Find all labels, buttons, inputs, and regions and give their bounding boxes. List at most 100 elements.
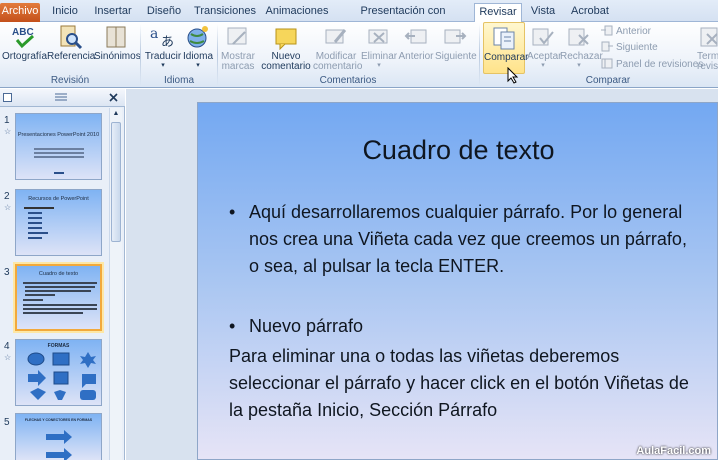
animation-star-icon: ☆ [4,353,12,362]
separator [140,24,141,86]
tab-insertar[interactable]: Insertar [90,3,136,22]
reject-change-icon [568,28,589,46]
slide-thumbnail-1[interactable]: Presentaciones PowerPoint 2010 [15,113,102,180]
dropdown-arrow-icon: ▾ [161,62,165,69]
thumbnail-title: Recursos de PowerPoint [28,196,89,202]
traducir-button[interactable]: a あ Traducir ▾ [143,24,183,70]
slide-number: 5 [4,417,10,428]
panel-revisiones-button[interactable]: Panel de revisiones [601,58,703,72]
slide-number: 1 [4,115,10,126]
watermark: AulaFacil.com [636,445,711,457]
language-globe-icon [187,26,208,48]
panel-revisiones-label: Panel de revisiones [616,59,704,70]
rechazar-label: Rechazar [560,51,603,62]
end-review-icon [700,27,718,47]
plain-paragraph[interactable]: Para eliminar una o todas las viñetas de… [229,343,699,424]
anterior-cambio-label: Anterior [616,26,652,37]
comentario-label: comentario [313,61,363,72]
thumbnail-title: Presentaciones PowerPoint 2010 [17,132,100,138]
tab-presentacion[interactable]: Presentación con diapositivas [336,3,470,34]
tab-animaciones[interactable]: Animaciones [264,3,330,22]
new-comment-icon [275,28,297,50]
mouse-cursor-icon [507,67,519,84]
slide-canvas[interactable]: Cuadro de texto • Aquí desarrollaremos c… [197,102,718,460]
show-markup-icon [227,27,247,45]
anterior-label: Anterior [398,51,434,62]
dropdown-arrow-icon: ▾ [196,62,200,69]
close-icon[interactable] [109,93,118,102]
tab-transiciones[interactable]: Transiciones [192,3,258,22]
svg-text:あ: あ [161,35,174,50]
tab-revisar[interactable]: Revisar [474,3,522,23]
slide-thumbnail-5[interactable]: FLECHAS Y CONECTORES EN FORMAS [15,413,102,460]
siguiente-cambio-label: Siguiente [616,42,658,53]
panel-header [0,89,125,107]
bullet-paragraph-2[interactable]: • Nuevo párrafo [229,313,699,340]
anterior-comentario-button[interactable]: Anterior [397,24,435,62]
edit-comment-icon [325,29,347,44]
tab-acrobat[interactable]: Acrobat [566,3,614,22]
traducir-label: Traducir [144,51,182,62]
siguiente-comentario-button[interactable]: Siguiente [435,24,477,62]
mostrar-marcas-button[interactable]: Mostrar marcas [219,24,257,72]
thesaurus-icon [106,26,126,48]
eliminar-button[interactable]: Eliminar ▾ [361,24,397,70]
tab-inicio[interactable]: Inicio [45,3,85,22]
bullet-paragraph-1[interactable]: • Aquí desarrollaremos cualquier párrafo… [229,199,699,280]
reviewing-pane-icon [601,58,613,69]
thumbnail-title: FLECHAS Y CONECTORES EN FORMAS [24,418,93,422]
thumbnail-title: Cuadro de texto [38,271,79,277]
panel-scrollbar[interactable]: ▲ [109,108,122,460]
ribbon-revisar: ABC Ortografía Referencia Sinónimos Revi… [0,22,718,88]
spellcheck-icon: ABC [12,27,35,49]
tab-archivo[interactable]: Archivo [0,3,40,22]
slide-thumbnail-2[interactable]: Recursos de PowerPoint [15,189,102,256]
idioma-button[interactable]: Idioma ▾ [183,24,213,70]
scrollbar-thumb[interactable] [111,122,121,242]
eliminar-label: Eliminar [361,51,398,62]
tab-diseno[interactable]: Diseño [142,3,186,22]
translate-icon: a あ [150,26,174,50]
tab-vista[interactable]: Vista [526,3,560,22]
delete-comment-icon [368,29,388,44]
slide-title[interactable]: Cuadro de texto [198,135,718,166]
slide-thumbnail-4[interactable]: FORMAS [15,339,102,406]
bullet-icon: • [229,202,236,222]
modificar-comentario-button[interactable]: Modificar comentario [313,24,363,72]
siguiente-label: Siguiente [435,51,477,62]
dropdown-arrow-icon: ▾ [541,62,545,69]
anterior-cambio-button[interactable]: Anterior [601,25,651,39]
comparar-label: Comparar [484,52,529,63]
referencia-button[interactable]: Referencia [47,24,95,62]
slide-thumbnail-3[interactable]: Cuadro de texto [15,264,102,331]
arrows-preview [46,430,72,460]
bullet-text: Aquí desarrollaremos cualquier párrafo. … [249,202,687,276]
shapes-preview [27,352,96,400]
outline-tab-icon[interactable] [55,93,67,102]
siguiente-cambio-button[interactable]: Siguiente [601,41,658,55]
group-label-comentarios: Comentarios [319,75,377,86]
dropdown-arrow-icon: ▾ [377,62,381,69]
group-label-idioma: Idioma [163,75,194,86]
bullet-icon: • [229,316,236,336]
rechazar-button[interactable]: Rechazar ▾ [560,24,603,70]
terminar-revision-button[interactable]: Termi revis [697,24,718,72]
aceptar-button[interactable]: Aceptar ▾ [527,24,562,70]
slide-workspace: Cuadro de texto • Aquí desarrollaremos c… [126,89,718,460]
slide-number: 2 [4,191,10,202]
slides-tab-icon[interactable] [3,93,12,102]
ortografia-button[interactable]: ABC Ortografía [2,24,48,62]
dropdown-arrow-icon: ▾ [577,62,581,69]
marcas-label: marcas [221,61,255,72]
nuevo-comentario-button[interactable]: Nuevo comentario [261,24,311,72]
slide-number: 4 [4,341,10,352]
svg-text:a: a [150,26,158,42]
scroll-up-icon[interactable]: ▲ [111,110,121,120]
aceptar-label: Aceptar [527,51,562,62]
ortografia-label: Ortografía [2,51,48,62]
revision-label: revis [697,61,718,72]
compare-icon [493,27,515,50]
separator [479,24,480,86]
next-change-icon [601,41,613,52]
sinonimos-button[interactable]: Sinónimos [94,24,141,62]
